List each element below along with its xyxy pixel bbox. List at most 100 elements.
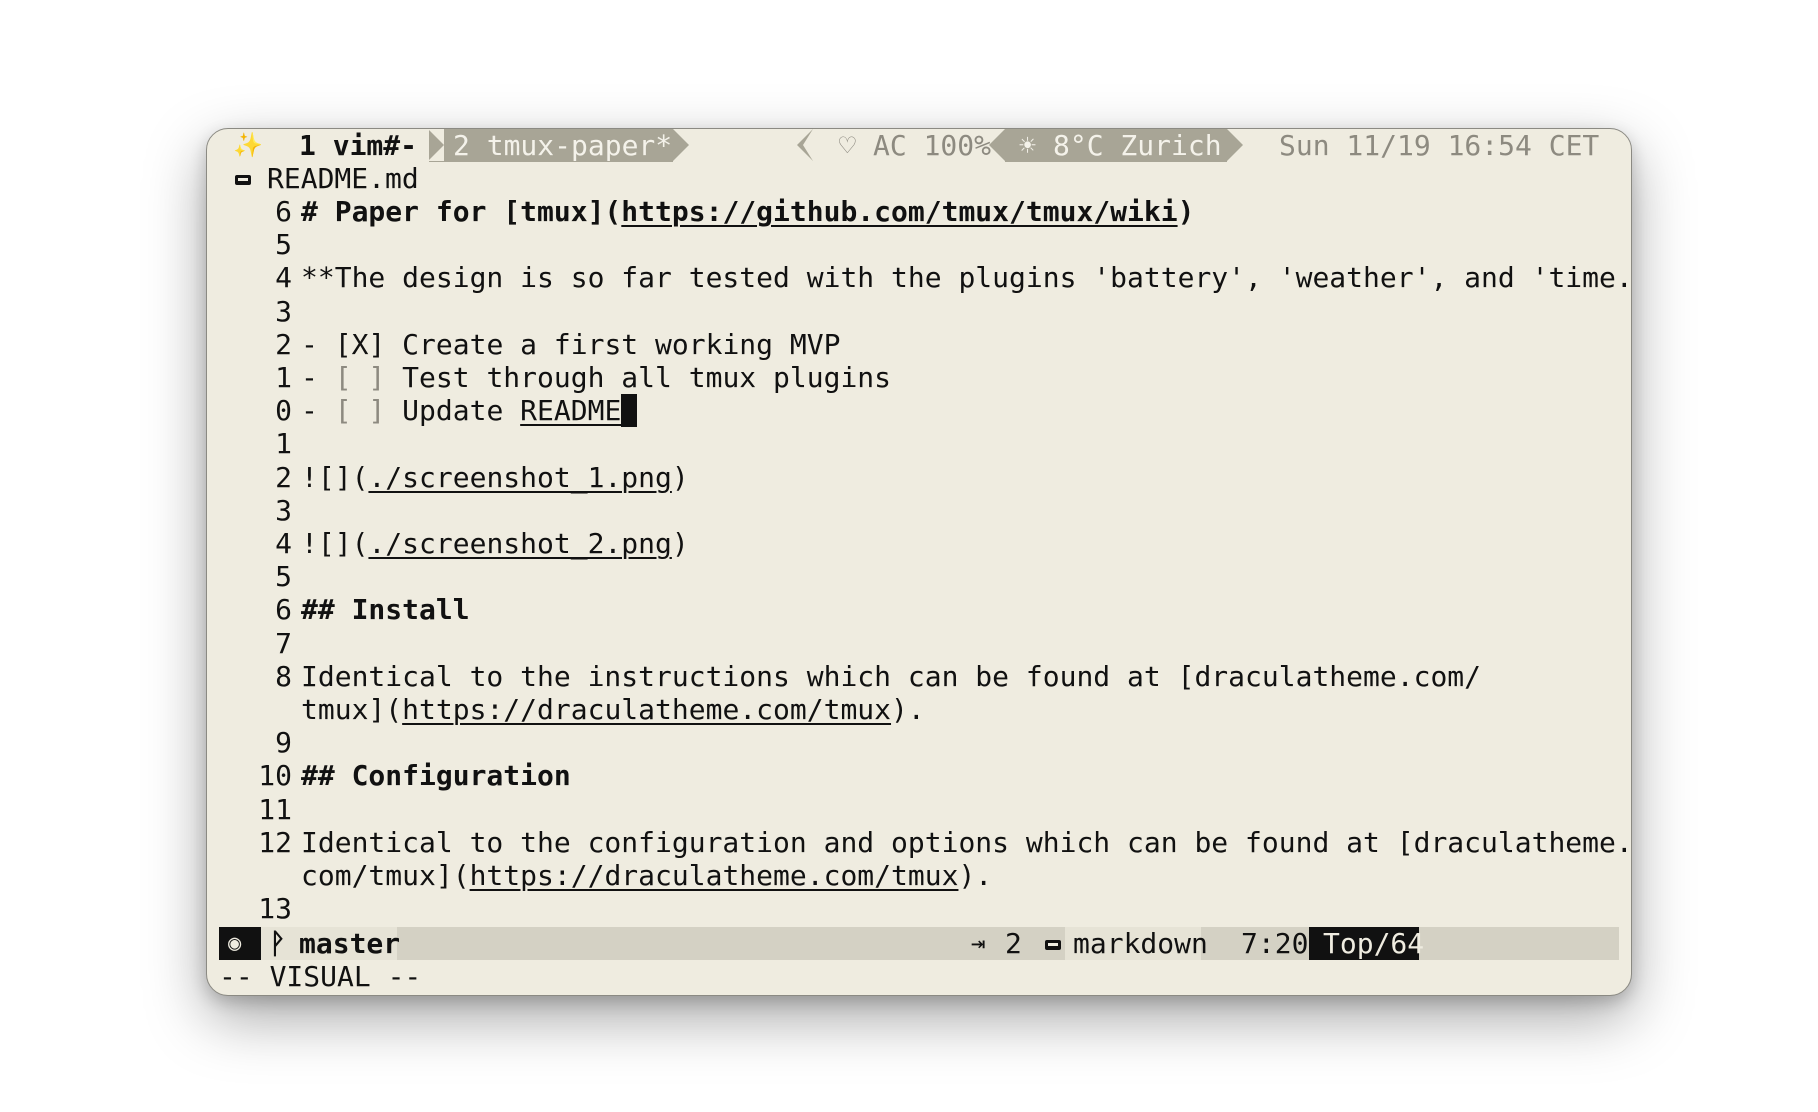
checkbox-empty: [ ] <box>334 361 386 394</box>
line-text: ## Install <box>301 593 470 627</box>
line-prefix: tmux]( <box>301 693 403 726</box>
markdown-link[interactable]: ./screenshot_2.png <box>368 527 671 560</box>
line-number: 12 <box>258 825 292 859</box>
editor-line[interactable]: 9 <box>207 726 1631 759</box>
line-number: 4 <box>275 527 292 560</box>
line-text: Update <box>385 394 521 428</box>
editor-line[interactable]: 2 ![](./screenshot_1.png) <box>207 461 1631 494</box>
line-number: 2 <box>275 460 292 494</box>
editor-line[interactable]: com/tmux](https://draculatheme.com/tmux)… <box>207 859 1631 892</box>
editor-line[interactable]: 2 - [X] Create a first working MVP <box>207 328 1631 361</box>
heart-icon: ♡ <box>839 129 856 162</box>
separator-chevron-icon <box>803 129 813 161</box>
line-content: ## Install <box>301 593 470 626</box>
line-text: **The design is so far tested with the p… <box>301 261 1632 295</box>
separator-chevron-icon <box>1227 129 1243 161</box>
cursor-position: 7:20 <box>1241 927 1309 960</box>
markdown-icon <box>1045 929 1061 962</box>
filetype: markdown <box>1065 927 1208 960</box>
line-content: ## Configuration <box>301 759 571 792</box>
line-text: Create a first working MVP <box>402 327 841 361</box>
line-suffix: ) <box>1177 195 1195 228</box>
editor-line[interactable]: 0- [ ] Update README <box>207 394 1631 428</box>
editor-line[interactable]: 1 <box>207 427 1631 460</box>
line-text: ## Configuration <box>301 759 571 793</box>
line-prefix: ![]( <box>301 460 369 494</box>
editor-line[interactable]: 13 <box>207 892 1631 925</box>
buffer-line: README.md <box>207 162 1631 195</box>
line-number: 9 <box>275 726 292 760</box>
line-number: 1 <box>275 361 292 394</box>
line-number: 1 <box>275 427 292 461</box>
line-number: 2 <box>275 327 292 361</box>
tmux-window-2[interactable]: 2 tmux-paper* <box>428 129 689 162</box>
line-number: 3 <box>275 493 292 527</box>
mode-indicator: ◉ <box>219 927 261 960</box>
markdown-link[interactable]: https://github.com/tmux/tmux/wiki <box>621 195 1177 228</box>
line-text: Identical to the instructions which can … <box>301 659 1482 693</box>
line-prefix: com/tmux]( <box>301 859 470 892</box>
line-number: 11 <box>258 792 292 826</box>
branch-icon: ᚹ <box>269 927 286 960</box>
terminal-window: ✨ 1 vim#- 2 tmux-paper* ♡ AC 100% ☀ 8°C … <box>206 128 1632 996</box>
line-number: 10 <box>258 759 292 793</box>
tmux-status-bar: ✨ 1 vim#- 2 tmux-paper* ♡ AC 100% ☀ 8°C … <box>207 129 1631 162</box>
vim-statusline: ◉ ᚹ master ⇥ 2 markdown 7:20 Top/64 <box>219 927 1619 960</box>
mode-text: -- VISUAL -- <box>219 960 422 993</box>
line-number: 4 <box>275 261 292 295</box>
line-text: Test through all tmux plugins <box>385 361 892 394</box>
markdown-link[interactable]: https://draculatheme.com/tmux <box>402 693 891 726</box>
editor-line[interactable]: 5 <box>207 228 1631 261</box>
editor-line[interactable]: 8 Identical to the instructions which can… <box>207 660 1631 693</box>
line-content: Identical to the instructions which can … <box>301 660 1481 693</box>
line-prefix: ![]( <box>301 527 369 560</box>
editor-line[interactable]: 10 ## Configuration <box>207 759 1631 792</box>
markdown-link[interactable]: README <box>520 394 621 427</box>
editor-line[interactable]: 3 <box>207 494 1631 527</box>
weather-status: ☀ 8°C Zurich <box>1005 129 1227 162</box>
editor-line[interactable]: 4 ![](./screenshot_2.png) <box>207 527 1631 560</box>
markdown-icon <box>235 164 251 197</box>
checkbox-empty: [ ] <box>334 394 386 428</box>
editor-line[interactable]: 11 <box>207 793 1631 826</box>
line-number: 8 <box>275 659 292 693</box>
editor-line[interactable]: 6 # Paper for [tmux](https://github.com/t… <box>207 195 1631 228</box>
buffer-filename[interactable]: README.md <box>267 162 419 195</box>
line-content: - [ ] Test through all tmux plugins <box>301 361 891 394</box>
line-number: 6 <box>275 593 292 627</box>
editor-line[interactable]: 6 ## Install <box>207 593 1631 626</box>
line-content: tmux](https://draculatheme.com/tmux). <box>301 693 925 726</box>
clock: Sun 11/19 16:54 CET <box>1279 129 1600 162</box>
separator-chevron-icon <box>989 129 1005 161</box>
git-branch[interactable]: ᚹ master <box>261 927 400 960</box>
editor-line[interactable]: 1- [ ] Test through all tmux plugins <box>207 361 1631 394</box>
editor-line[interactable]: 7 <box>207 627 1631 660</box>
markdown-link[interactable]: https://draculatheme.com/tmux <box>470 859 959 892</box>
battery-status: AC 100% <box>873 129 992 162</box>
line-suffix: ). <box>891 693 925 726</box>
line-content: Identical to the configuration and optio… <box>301 826 1631 859</box>
line-number: 13 <box>258 892 292 926</box>
line-number: 0 <box>275 394 292 428</box>
line-content: ![](./screenshot_2.png) <box>301 527 689 560</box>
editor-line[interactable]: 5 <box>207 560 1631 593</box>
tmux-window-1[interactable]: 1 vim#- <box>299 129 417 162</box>
editor-line[interactable]: tmux](https://draculatheme.com/tmux). <box>207 693 1631 726</box>
line-suffix: ) <box>671 527 689 560</box>
line-number: 5 <box>275 228 292 262</box>
sparkles-icon: ✨ <box>233 131 263 159</box>
line-prefix: # Paper for [tmux]( <box>301 195 622 228</box>
record-icon: ◉ <box>228 931 242 956</box>
line-content: - [X] Create a first working MVP <box>301 328 840 361</box>
line-suffix: ) <box>671 460 689 494</box>
line-prefix: - <box>301 361 335 394</box>
text-cursor <box>621 394 638 428</box>
line-number: 5 <box>275 560 292 594</box>
editor-line[interactable]: 12 Identical to the configuration and opt… <box>207 826 1631 859</box>
markdown-link[interactable]: ./screenshot_1.png <box>368 461 671 494</box>
line-prefix: - [X] <box>301 327 403 361</box>
line-number: 7 <box>275 626 292 660</box>
sun-icon: ☀ <box>1019 129 1036 162</box>
editor-line[interactable]: 4 **The design is so far tested with the … <box>207 261 1631 294</box>
editor-line[interactable]: 3 <box>207 295 1631 328</box>
